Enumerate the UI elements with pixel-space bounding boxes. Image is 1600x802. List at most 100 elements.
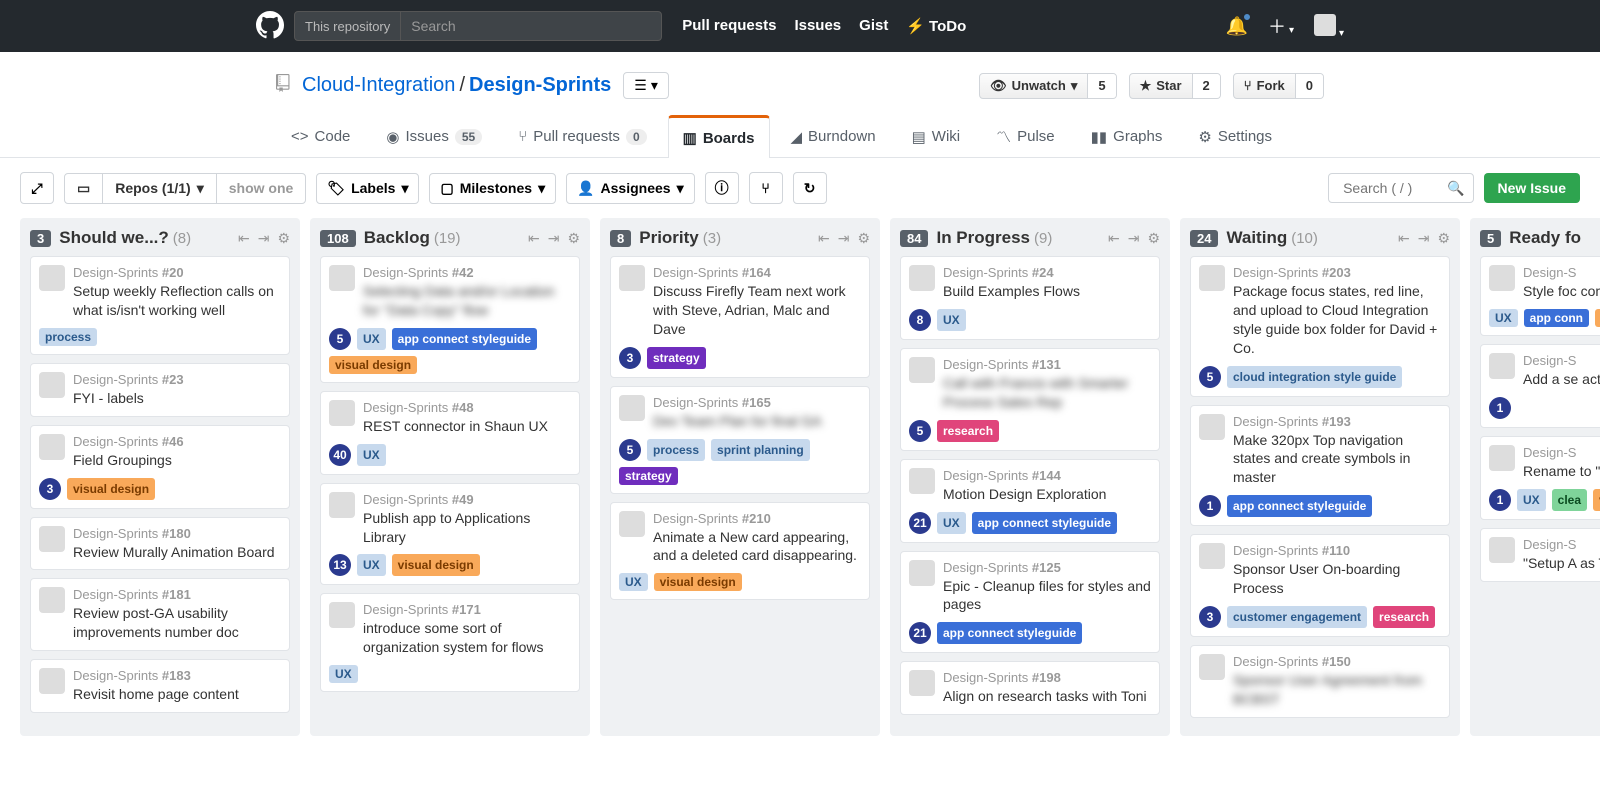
- collapse-right-icon[interactable]: ⇥: [1418, 230, 1430, 247]
- tab-settings[interactable]: ⚙Settings: [1183, 115, 1287, 157]
- issue-card[interactable]: Design-Sprints #144Motion Design Explora…: [900, 459, 1160, 543]
- assignee-avatar[interactable]: [39, 668, 65, 694]
- card-label[interactable]: UX: [357, 328, 386, 350]
- tab-graphs[interactable]: ▮▮Graphs: [1076, 115, 1178, 157]
- tab-boards[interactable]: ▥Boards: [668, 115, 770, 158]
- assignee-avatar[interactable]: [909, 265, 935, 291]
- tab-pulse[interactable]: 〽Pulse: [981, 115, 1070, 157]
- column-settings-icon[interactable]: ⚙: [567, 230, 580, 247]
- column-body[interactable]: Design-Sprints #42Selecting Data and/or …: [320, 256, 580, 726]
- card-label[interactable]: visual design: [392, 554, 480, 576]
- assignee-avatar[interactable]: [909, 357, 935, 383]
- column-body[interactable]: Design-Sprints #24Build Examples Flows8U…: [900, 256, 1160, 726]
- collapse-left-icon[interactable]: ⇤: [1398, 230, 1410, 247]
- assignee-avatar[interactable]: [1199, 654, 1225, 680]
- collapse-right-icon[interactable]: ⇥: [258, 230, 270, 247]
- star-button[interactable]: ★Star 2: [1129, 73, 1221, 99]
- column-settings-icon[interactable]: ⚙: [277, 230, 290, 247]
- assignee-avatar[interactable]: [39, 265, 65, 291]
- card-label[interactable]: visual design: [1593, 489, 1600, 511]
- assignee-avatar[interactable]: [1489, 537, 1515, 563]
- star-count[interactable]: 2: [1192, 74, 1220, 98]
- card-label[interactable]: sprint planning: [711, 439, 810, 461]
- collapse-left-icon[interactable]: ⇤: [528, 230, 540, 247]
- tab-burndown[interactable]: ◢Burndown: [776, 115, 891, 157]
- card-label[interactable]: research: [1373, 606, 1435, 628]
- issue-card[interactable]: Design-Sprints #24Build Examples Flows8U…: [900, 256, 1160, 340]
- issue-card[interactable]: Design-Sprints #23FYI - labels: [30, 363, 290, 417]
- collapse-right-icon[interactable]: ⇥: [838, 230, 850, 247]
- fork-button[interactable]: ⑂Fork 0: [1233, 73, 1324, 99]
- card-label[interactable]: visual design: [67, 478, 155, 500]
- issue-card[interactable]: Design-Sprints #150Sponsor User Agreemen…: [1190, 645, 1450, 718]
- repo-owner-link[interactable]: Cloud-Integration: [302, 74, 455, 97]
- assignee-avatar[interactable]: [39, 587, 65, 613]
- notifications-icon[interactable]: 🔔: [1226, 16, 1248, 37]
- assignee-avatar[interactable]: [329, 602, 355, 628]
- card-label[interactable]: cloud integration style guide: [1227, 366, 1402, 388]
- card-label[interactable]: UX: [1517, 489, 1546, 511]
- assignee-avatar[interactable]: [909, 468, 935, 494]
- card-label[interactable]: UX: [1489, 309, 1518, 327]
- new-issue-button[interactable]: New Issue: [1484, 173, 1580, 203]
- repo-name-link[interactable]: Design-Sprints: [469, 74, 611, 97]
- issue-card[interactable]: Design-Sprints #203Package focus states,…: [1190, 256, 1450, 397]
- issue-card[interactable]: Design-Sprints #42Selecting Data and/or …: [320, 256, 580, 383]
- nav-issues[interactable]: Issues: [794, 17, 841, 35]
- assignee-avatar[interactable]: [1489, 353, 1515, 379]
- issue-card[interactable]: Design-Sprints #131Call with Francis wit…: [900, 348, 1160, 451]
- issue-card[interactable]: Design-S "Setup A as Targe: [1480, 528, 1600, 582]
- card-label[interactable]: UX: [937, 512, 966, 534]
- assignee-avatar[interactable]: [619, 265, 645, 291]
- history-button[interactable]: ↻: [793, 172, 827, 204]
- github-logo-icon[interactable]: [256, 11, 284, 42]
- issue-card[interactable]: Design-Sprints #20Setup weekly Reflectio…: [30, 256, 290, 355]
- issue-card[interactable]: Design-Sprints #49Publish app to Applica…: [320, 483, 580, 586]
- column-settings-icon[interactable]: ⚙: [1147, 230, 1160, 247]
- column-settings-icon[interactable]: ⚙: [1437, 230, 1450, 247]
- card-label[interactable]: app conn: [1524, 309, 1589, 327]
- assignee-avatar[interactable]: [329, 492, 355, 518]
- card-label[interactable]: UX: [357, 554, 386, 576]
- assignee-avatar[interactable]: [1199, 414, 1225, 440]
- tab-pull-requests[interactable]: ⑂Pull requests0: [503, 115, 661, 157]
- assignee-avatar[interactable]: [909, 670, 935, 696]
- issue-card[interactable]: Design-Sprints #164Discuss Firefly Team …: [610, 256, 870, 378]
- collapse-right-icon[interactable]: ⇥: [548, 230, 560, 247]
- issue-card[interactable]: Design-Sprints #193Make 320px Top naviga…: [1190, 405, 1450, 527]
- column-body[interactable]: Design-S Style foc componeUXapp connvisu…: [1480, 256, 1600, 726]
- card-label[interactable]: app connect styleguide: [937, 622, 1082, 644]
- assignee-avatar[interactable]: [1199, 265, 1225, 291]
- issue-card[interactable]: Design-S Style foc componeUXapp connvisu…: [1480, 256, 1600, 336]
- card-label[interactable]: UX: [937, 309, 966, 331]
- tab-code[interactable]: <>Code: [276, 115, 365, 157]
- card-label[interactable]: UX: [619, 573, 648, 591]
- assignee-avatar[interactable]: [619, 395, 645, 421]
- collapse-left-icon[interactable]: ⇤: [1108, 230, 1120, 247]
- card-label[interactable]: UX: [329, 665, 358, 683]
- column-body[interactable]: Design-Sprints #20Setup weekly Reflectio…: [30, 256, 290, 726]
- issue-card[interactable]: Design-Sprints #198Align on research tas…: [900, 661, 1160, 715]
- card-label[interactable]: visual design: [329, 356, 417, 374]
- issue-card[interactable]: Design-S Add a se action to1: [1480, 344, 1600, 428]
- column-body[interactable]: Design-Sprints #203Package focus states,…: [1190, 256, 1450, 726]
- assignee-avatar[interactable]: [1489, 265, 1515, 291]
- tab-issues[interactable]: ◉Issues55: [371, 115, 497, 157]
- nav-pull-requests[interactable]: Pull requests: [682, 17, 776, 35]
- fullscreen-button[interactable]: ⤢: [20, 172, 54, 204]
- info-button[interactable]: ⓘ: [705, 172, 739, 204]
- column-settings-icon[interactable]: ⚙: [857, 230, 870, 247]
- card-label[interactable]: process: [39, 328, 97, 346]
- assignee-avatar[interactable]: [39, 434, 65, 460]
- milestones-filter[interactable]: ▢Milestones ▾: [429, 173, 556, 204]
- assignee-avatar[interactable]: [1199, 543, 1225, 569]
- user-menu[interactable]: ▾: [1314, 14, 1344, 39]
- watch-count[interactable]: 5: [1087, 74, 1115, 98]
- assignee-avatar[interactable]: [329, 265, 355, 291]
- card-label[interactable]: customer engagement: [1227, 606, 1367, 628]
- branch-button[interactable]: ⑂: [749, 172, 783, 204]
- card-label[interactable]: visual design: [1595, 309, 1600, 327]
- issue-card[interactable]: Design-Sprints #125Epic - Cleanup files …: [900, 551, 1160, 654]
- watch-button[interactable]: 👁Unwatch ▾ 5: [979, 73, 1116, 99]
- issue-card[interactable]: Design-Sprints #165Dev Team Plan for fin…: [610, 386, 870, 494]
